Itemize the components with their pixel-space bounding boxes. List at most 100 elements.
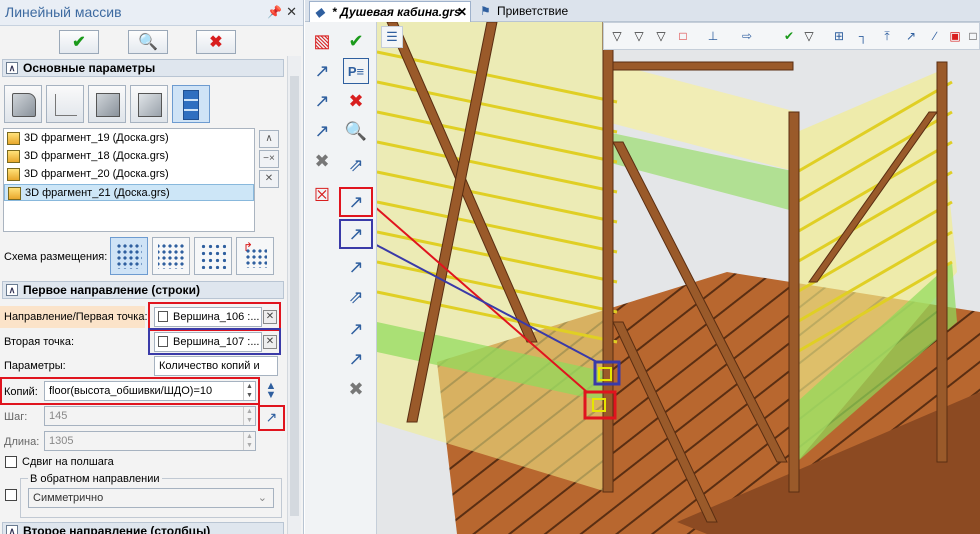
list-remove-button[interactable]: −×	[259, 150, 279, 168]
tab-welcome[interactable]: ⚑ Приветствие	[475, 1, 585, 22]
surface-button[interactable]: ∕	[926, 27, 944, 45]
params-select[interactable]: Количество копий и	[154, 356, 278, 376]
filter-list-button[interactable]: ▽	[630, 27, 648, 45]
step-field[interactable]: 145 ▲ ▼	[44, 406, 256, 426]
ok-tool[interactable]: ✔	[343, 28, 369, 54]
direction-tool-2[interactable]: ⇗	[343, 284, 369, 310]
scrollbar-thumb[interactable]	[290, 76, 299, 516]
section-second-direction[interactable]: ∧ Второе направление (столбцы)	[2, 522, 284, 534]
step-spinner[interactable]: ▲ ▼	[243, 407, 255, 425]
snap-button[interactable]: ⊥	[704, 27, 722, 45]
cancel-icon: ✖	[209, 34, 223, 51]
section-first-direction[interactable]: ∧ Первое направление (строки)	[2, 281, 284, 299]
list-item[interactable]: 3D фрагмент_19 (Доска.grs)	[4, 130, 254, 147]
close-icon[interactable]: ✕	[457, 2, 467, 22]
cube-light-icon	[138, 93, 162, 117]
spin-up-icon: ▲	[246, 408, 253, 415]
list-clear-button[interactable]: ✕	[259, 170, 279, 188]
collapse-icon[interactable]: ∧	[6, 525, 18, 534]
remove-vector-tool[interactable]: ✖	[309, 148, 335, 174]
vector-tool-12b[interactable]: ↗	[343, 316, 369, 342]
half-step-checkbox[interactable]	[5, 456, 17, 468]
list-up-button[interactable]: ∧	[259, 130, 279, 148]
direction-tool[interactable]: ⇗	[343, 152, 369, 178]
reverse-checkbox[interactable]	[5, 489, 17, 501]
arrow-icon: ↱	[243, 240, 254, 254]
vector-tool-2[interactable]: ↗	[309, 118, 335, 144]
panel-scrollbar[interactable]	[287, 56, 301, 534]
mode-button-1[interactable]	[4, 85, 42, 123]
swap-direction-button[interactable]: ▲ ▼	[263, 381, 279, 401]
direction-mode-button[interactable]: ⇨	[738, 27, 756, 45]
measure-button[interactable]: ↗	[258, 405, 285, 431]
select-box-button[interactable]: □	[674, 27, 692, 45]
grid-icon	[116, 243, 142, 269]
measure-icon: ↗	[905, 29, 917, 43]
parameters-tool[interactable]: P≡	[343, 58, 369, 84]
list-item[interactable]: 3D фрагмент_18 (Доска.grs)	[4, 148, 254, 165]
fragment-icon	[7, 132, 20, 145]
preview-button[interactable]: 🔍	[128, 30, 168, 54]
fragment-list[interactable]: 3D фрагмент_19 (Доска.grs) 3D фрагмент_1…	[3, 128, 255, 232]
layout-offset-button[interactable]	[152, 237, 190, 275]
list-item-selected[interactable]: 3D фрагмент_21 (Доска.grs)	[4, 184, 254, 201]
filter-settings-icon: ▽	[656, 29, 666, 43]
cancel-tool[interactable]: ✖	[343, 88, 369, 114]
vector-tool-12[interactable]: ↗	[309, 88, 335, 114]
vector-tool-2b[interactable]: ↗	[343, 346, 369, 372]
preview-tool[interactable]: 🔍	[343, 118, 369, 144]
length-label: Длина:	[4, 436, 40, 448]
tab-document[interactable]: ◆ * Душевая кабина.grs ✕	[309, 1, 471, 22]
cancel-icon: ✖	[348, 90, 364, 111]
grid-tool[interactable]: ☒	[309, 182, 335, 208]
pin-icon[interactable]: 📌	[267, 5, 282, 19]
highlight-second-point	[148, 328, 281, 355]
model-tree-button[interactable]: ☰	[381, 26, 403, 48]
mode-button-3[interactable]	[88, 85, 126, 123]
more-button[interactable]: □	[964, 27, 980, 45]
3d-scene[interactable]	[377, 22, 980, 534]
length-field[interactable]: 1305 ▲ ▼	[44, 431, 256, 451]
arrow-tool-2[interactable]: ↗	[343, 254, 369, 280]
section-second-label: Второе направление (столбцы)	[23, 524, 211, 534]
step-value: 145	[49, 410, 68, 422]
chevron-up-icon: ∧	[265, 133, 273, 144]
solid-cube-icon	[12, 93, 36, 117]
collapse-icon[interactable]: ∧	[6, 284, 18, 296]
axis-view-button[interactable]: ┐	[854, 27, 872, 45]
fragment-tool[interactable]: ▧	[309, 28, 335, 54]
layout-grid-button[interactable]	[110, 237, 148, 275]
filter-settings-button[interactable]: ▽	[652, 27, 670, 45]
coordinate-button[interactable]: ⤒	[878, 27, 896, 45]
layout-diamond-button[interactable]	[194, 237, 232, 275]
spin-down-icon: ▼	[246, 442, 253, 449]
accept-filter-button[interactable]: ✔	[780, 27, 798, 45]
remove-vector-tool-2[interactable]: ✖	[343, 376, 369, 402]
grid-view-button[interactable]: ⊞	[830, 27, 848, 45]
second-point-tool[interactable]: ↗	[339, 219, 373, 249]
measure-view-button[interactable]: ↗	[902, 27, 920, 45]
filter-button[interactable]: ▽	[608, 27, 626, 45]
arrow-tool-1[interactable]: ↗	[309, 58, 335, 84]
reverse-select[interactable]: Симметрично ⌄	[28, 488, 274, 508]
mode-button-4[interactable]	[130, 85, 168, 123]
mode-button-2[interactable]	[46, 85, 84, 123]
solid-button[interactable]: ▣	[946, 27, 964, 45]
first-point-tool[interactable]: ↗	[339, 187, 373, 217]
ok-button[interactable]: ✔	[59, 30, 99, 54]
layout-custom-button[interactable]: ↱	[236, 237, 274, 275]
axis-icon	[55, 94, 77, 116]
reverse-value: Симметрично	[33, 492, 104, 504]
length-spinner[interactable]: ▲ ▼	[243, 432, 255, 450]
section-main-params[interactable]: ∧ Основные параметры	[2, 59, 284, 77]
params-label: Параметры:	[4, 360, 66, 372]
close-icon[interactable]: ✕	[286, 4, 297, 20]
cancel-button[interactable]: ✖	[196, 30, 236, 54]
filter-icon: ▽	[612, 29, 622, 43]
list-item[interactable]: 3D фрагмент_20 (Доска.grs)	[4, 166, 254, 183]
mode-button-array[interactable]	[172, 85, 210, 123]
vector-icon: ↗	[314, 90, 330, 111]
section-first-label: Первое направление (строки)	[23, 283, 200, 297]
filter-extra-button[interactable]: ▽	[800, 27, 818, 45]
collapse-icon[interactable]: ∧	[6, 62, 18, 74]
